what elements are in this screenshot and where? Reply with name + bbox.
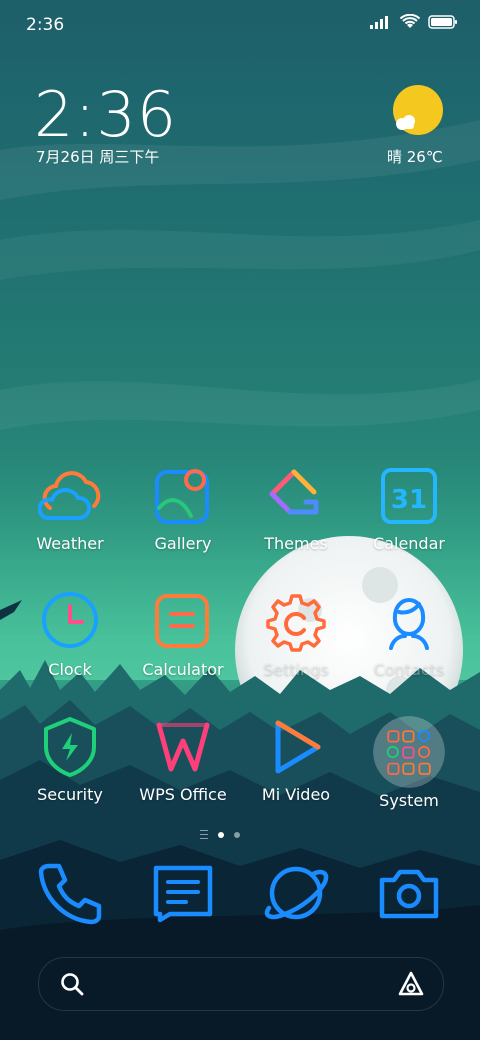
phone-icon[interactable] bbox=[35, 858, 105, 928]
app-label: Themes bbox=[264, 534, 328, 553]
weather-app-icon bbox=[38, 471, 101, 520]
app-label: Contacts bbox=[373, 660, 445, 679]
camera-icon[interactable] bbox=[374, 858, 444, 928]
mi-video-play-icon bbox=[275, 720, 321, 774]
signal-icon bbox=[370, 16, 388, 29]
app-gallery[interactable]: Gallery bbox=[128, 464, 238, 553]
app-security[interactable]: Security bbox=[15, 715, 125, 804]
settings-gear-icon bbox=[266, 594, 326, 652]
weather-condition-temp[interactable]: 晴 26℃ bbox=[387, 146, 443, 167]
status-time: 2:36 bbox=[26, 15, 65, 35]
messages-icon[interactable] bbox=[148, 858, 218, 928]
search-icon[interactable] bbox=[59, 971, 85, 997]
themes-app-icon bbox=[269, 469, 319, 515]
page-dot bbox=[218, 831, 224, 838]
search-bar[interactable] bbox=[38, 957, 444, 1011]
page-indicator bbox=[200, 830, 240, 839]
clock-widget-date[interactable]: 7月26日 周三下午 bbox=[36, 146, 159, 167]
sunny-weather-icon[interactable] bbox=[392, 84, 444, 136]
wps-office-icon bbox=[156, 722, 210, 772]
battery-icon bbox=[428, 15, 457, 29]
app-calendar[interactable]: 31 Calendar bbox=[354, 464, 464, 553]
app-system-folder[interactable]: System bbox=[354, 715, 464, 810]
app-weather[interactable]: Weather bbox=[15, 464, 125, 553]
app-calculator[interactable]: Calculator bbox=[128, 590, 238, 679]
app-label: Calculator bbox=[142, 660, 224, 679]
app-themes[interactable]: Themes bbox=[241, 464, 351, 553]
calendar-day: 31 bbox=[391, 485, 427, 515]
app-label: System bbox=[379, 791, 439, 810]
calendar-app-icon: 31 bbox=[381, 468, 437, 524]
app-label: Security bbox=[37, 785, 103, 804]
contacts-app-icon bbox=[389, 598, 429, 650]
app-label: Mi Video bbox=[261, 785, 331, 804]
list-pages-icon bbox=[200, 830, 208, 839]
app-wps-office[interactable]: WPS Office bbox=[128, 715, 238, 804]
wifi-icon bbox=[400, 14, 420, 28]
status-bar: 2:36 bbox=[0, 0, 480, 50]
clock-widget-time[interactable]: 2:36 bbox=[34, 78, 177, 151]
clock-app-icon bbox=[42, 592, 98, 648]
app-clock[interactable]: Clock bbox=[15, 590, 125, 679]
app-label: Weather bbox=[36, 534, 104, 553]
security-shield-icon bbox=[44, 717, 96, 777]
app-label: Calendar bbox=[373, 534, 445, 553]
app-mi-video[interactable]: Mi Video bbox=[241, 715, 351, 804]
gallery-app-icon bbox=[155, 469, 209, 524]
assistant-icon[interactable] bbox=[397, 970, 425, 998]
app-label: Clock bbox=[48, 660, 92, 679]
app-settings[interactable]: Settings bbox=[241, 590, 351, 679]
app-label: Gallery bbox=[154, 534, 212, 553]
app-label: Settings bbox=[263, 660, 329, 679]
calculator-app-icon bbox=[155, 594, 209, 648]
page-dot bbox=[234, 831, 240, 838]
folder-icon bbox=[373, 716, 445, 788]
app-contacts[interactable]: Contacts bbox=[354, 590, 464, 679]
app-label: WPS Office bbox=[139, 785, 227, 804]
browser-icon[interactable] bbox=[261, 858, 331, 928]
